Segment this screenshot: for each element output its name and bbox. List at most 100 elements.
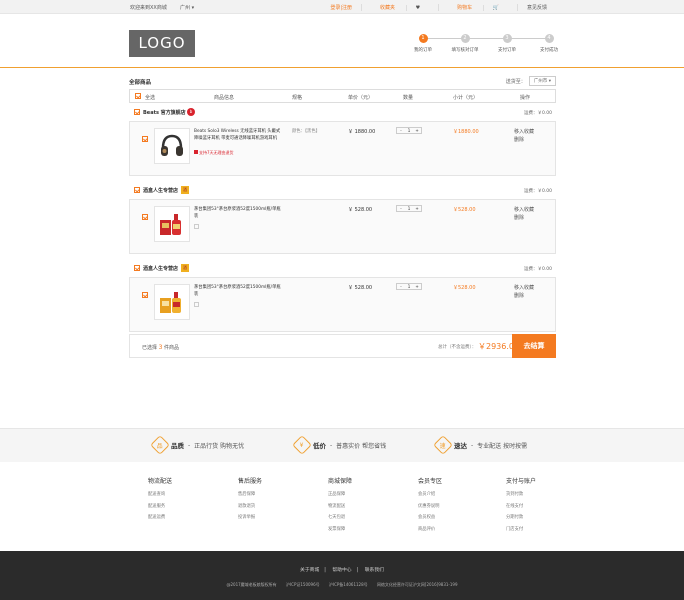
favorite-checkbox[interactable] xyxy=(194,224,199,229)
quantity-value[interactable]: 1 xyxy=(405,128,413,133)
cart-item: 茅台集团53°茅台原浆酒52度1500ml瓶/单瓶装 ￥ 528.00 - 1 … xyxy=(129,277,556,332)
shop-checkbox[interactable] xyxy=(134,109,140,115)
shop-group: Beats 官方旗舰店 b 运费：￥0.00 Beats Solo3 Wirel… xyxy=(129,103,556,181)
freight: 运费：￥0.00 xyxy=(523,189,552,194)
about-link[interactable]: 关于商城 xyxy=(295,568,324,573)
quantity-value[interactable]: 1 xyxy=(405,206,413,211)
footer: 关于商城 | 帮助中心 | 联系我们 @2017魔域老板娘版权所有 沪ICP证150… xyxy=(0,551,684,600)
link-col: 商城保障 正品保障 物流配送 七天包退 发票保障 xyxy=(328,478,353,532)
decrease-button[interactable]: - xyxy=(397,206,405,211)
link-col: 会员专区 会员介绍 优惠券说明 会员权益 商品评价 xyxy=(418,478,443,532)
contact-link[interactable]: 联系我们 xyxy=(360,568,389,573)
product-name[interactable]: Beats Solo3 Wireless 无线蓝牙耳机 头戴式降噪蓝牙耳机 带麦… xyxy=(194,128,282,142)
quantity-stepper[interactable]: - 1 + xyxy=(396,205,422,212)
checkout-button[interactable]: 去结算 xyxy=(512,334,556,358)
step-4: 4 支付成功 xyxy=(540,34,558,53)
unit-price: ￥ 528.00 xyxy=(348,285,373,291)
delivery-icon: 速 xyxy=(433,435,453,455)
select-all-label[interactable]: 全选 xyxy=(145,94,155,101)
feature-quality: 品 品质 - 正品行货 购物无忧 xyxy=(150,435,244,455)
cart-link[interactable]: 购物车 🛒 xyxy=(438,4,517,11)
column-header: 全选 商品信息 规格 单价（元） 数量 小计（元） 操作 xyxy=(129,89,556,103)
delete-link[interactable]: 删除 xyxy=(514,214,534,222)
ship-city-select[interactable]: 广州市 ▾ xyxy=(528,76,556,86)
item-checkbox[interactable] xyxy=(142,292,148,298)
product-name[interactable]: 茅台集团53°茅台原浆酒52度1500ml瓶/单瓶装 xyxy=(194,206,282,220)
promo-tag: 支持7天无理由退货 xyxy=(194,150,234,156)
caret-down-icon: ▾ xyxy=(191,5,195,11)
shop-group: 酒盒人生专营店 酒 运费：￥0.00 茅台集团53°茅台原浆酒52度1500ml… xyxy=(129,259,556,337)
top-bar: 欢迎来到XX商城 广州 ▾ 登录|注册 收藏夹 ♥ 购物车 🛒 意见反馈 xyxy=(0,0,684,14)
product-thumbnail[interactable] xyxy=(154,284,190,320)
item-ops: 移入收藏 删除 xyxy=(514,128,534,144)
shop-logo-icon: 酒 xyxy=(181,264,189,272)
quantity-value[interactable]: 1 xyxy=(405,284,413,289)
liquor-image xyxy=(160,214,181,235)
help-link[interactable]: 帮助中心 xyxy=(327,568,356,573)
cart-icon: 🛒 xyxy=(482,5,508,11)
item-checkbox[interactable] xyxy=(142,136,148,142)
product-name[interactable]: 茅台集团53°茅台原浆酒52度1500ml瓶/单瓶装 xyxy=(194,284,282,298)
favorite-checkbox[interactable] xyxy=(194,302,199,307)
footer-links: 关于商城 | 帮助中心 | 联系我们 xyxy=(0,566,684,573)
freight: 运费：￥0.00 xyxy=(523,111,552,116)
delete-link[interactable]: 删除 xyxy=(514,292,534,300)
step-3: 3 支付订单 xyxy=(498,34,516,53)
increase-button[interactable]: + xyxy=(413,206,421,211)
item-subtotal: ￥528.00 xyxy=(453,285,476,291)
ship-to: 送货至： 广州市 ▾ xyxy=(506,76,556,86)
total-label: 总计（不含运费）： xyxy=(438,345,477,350)
decrease-button[interactable]: - xyxy=(397,128,405,133)
delete-link[interactable]: 删除 xyxy=(514,136,534,144)
heart-icon: ♥ xyxy=(405,5,430,11)
beats-logo-icon: b xyxy=(187,108,195,116)
shop-name[interactable]: 酒盒人生专营店 xyxy=(143,265,178,272)
step-2: 2 填写核对订单 xyxy=(451,34,479,53)
header: LOGO 1 我的订单 2 填写核对订单 3 支付订单 4 支付成功 xyxy=(0,14,684,68)
cart: 全部商品 送货至： 广州市 ▾ 全选 商品信息 规格 单价（元） 数量 小计（元… xyxy=(129,74,556,337)
feature-price: ¥ 低价 - 普惠实价 帮您省钱 xyxy=(292,435,386,455)
move-to-favorites-link[interactable]: 移入收藏 xyxy=(514,284,534,292)
price-icon: ¥ xyxy=(292,435,312,455)
decrease-button[interactable]: - xyxy=(397,284,405,289)
unit-price: ￥ 1880.00 xyxy=(348,129,376,135)
shop-logo-icon: 酒 xyxy=(181,186,189,194)
footer-link-columns: 物流配送 配送查询 配送服务 配送运费 售后服务 售后保障 退款退货 投诉举报 … xyxy=(0,462,684,551)
shop-group: 酒盒人生专营店 酒 运费：￥0.00 茅台集团53°茅台原浆酒52度1500ml… xyxy=(129,181,556,259)
product-spec: 颜色：【黑色】 xyxy=(292,129,320,134)
quality-icon: 品 xyxy=(150,435,170,455)
cart-item: Beats Solo3 Wireless 无线蓝牙耳机 头戴式降噪蓝牙耳机 带麦… xyxy=(129,121,556,176)
increase-button[interactable]: + xyxy=(413,284,421,289)
cart-title: 全部商品 xyxy=(129,80,152,86)
service-features: 品 品质 - 正品行货 购物无忧 ¥ 低价 - 普惠实价 帮您省钱 速 速达 - 专业配送 … xyxy=(0,428,684,462)
increase-button[interactable]: + xyxy=(413,128,421,133)
feedback-link[interactable]: 意见反馈 xyxy=(516,4,556,11)
item-checkbox[interactable] xyxy=(142,214,148,220)
top-links: 登录|注册 收藏夹 ♥ 购物车 🛒 意见反馈 xyxy=(321,4,556,11)
login-register-link[interactable]: 登录|注册 xyxy=(321,4,361,11)
link-col: 支付与账户 货到付款 在线支付 分期付款 门店支付 xyxy=(506,478,537,532)
move-to-favorites-link[interactable]: 移入收藏 xyxy=(514,128,534,136)
shop-checkbox[interactable] xyxy=(134,187,140,193)
city-selector[interactable]: 广州 ▾ xyxy=(180,4,194,11)
shop-checkbox[interactable] xyxy=(134,265,140,271)
logo[interactable]: LOGO xyxy=(129,30,195,57)
quantity-stepper[interactable]: - 1 + xyxy=(396,283,422,290)
copyright: @2017魔域老板娘版权所有 沪ICP证150096号 沪ICP备1406112… xyxy=(226,582,458,587)
select-all-checkbox[interactable] xyxy=(135,93,141,99)
product-thumbnail[interactable] xyxy=(154,206,190,242)
headphones-image xyxy=(161,134,183,156)
shop-name[interactable]: Beats 官方旗舰店 xyxy=(143,109,186,116)
favorites-link[interactable]: 收藏夹 ♥ xyxy=(361,4,438,11)
selected-count: 已选择 3 件商品 xyxy=(142,344,180,351)
move-to-favorites-link[interactable]: 移入收藏 xyxy=(514,206,534,214)
shop-name[interactable]: 酒盒人生专营店 xyxy=(143,187,178,194)
item-ops: 移入收藏 删除 xyxy=(514,206,534,222)
product-thumbnail[interactable] xyxy=(154,128,190,164)
return-icon xyxy=(194,150,198,154)
unit-price: ￥ 528.00 xyxy=(348,207,373,213)
cart-item: 茅台集团53°茅台原浆酒52度1500ml瓶/单瓶装 ￥ 528.00 - 1 … xyxy=(129,199,556,254)
item-subtotal: ￥1880.00 xyxy=(453,129,479,135)
quantity-stepper[interactable]: - 1 + xyxy=(396,127,422,134)
item-subtotal: ￥528.00 xyxy=(453,207,476,213)
